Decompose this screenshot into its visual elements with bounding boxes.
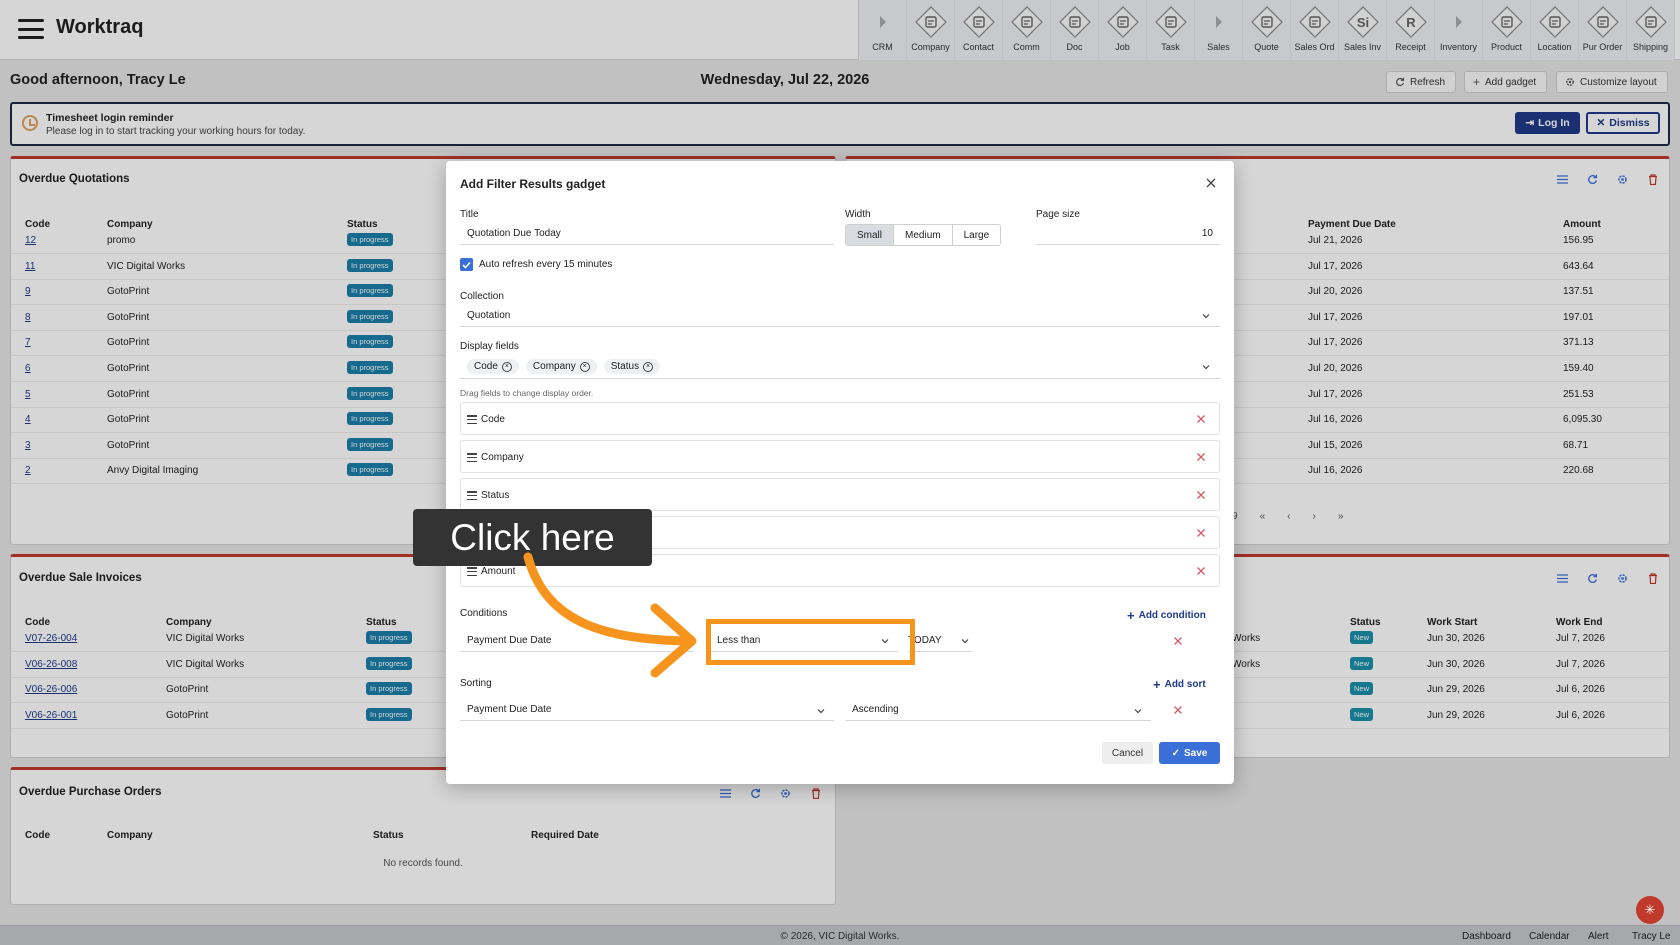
pointer-arrow (523, 552, 697, 678)
